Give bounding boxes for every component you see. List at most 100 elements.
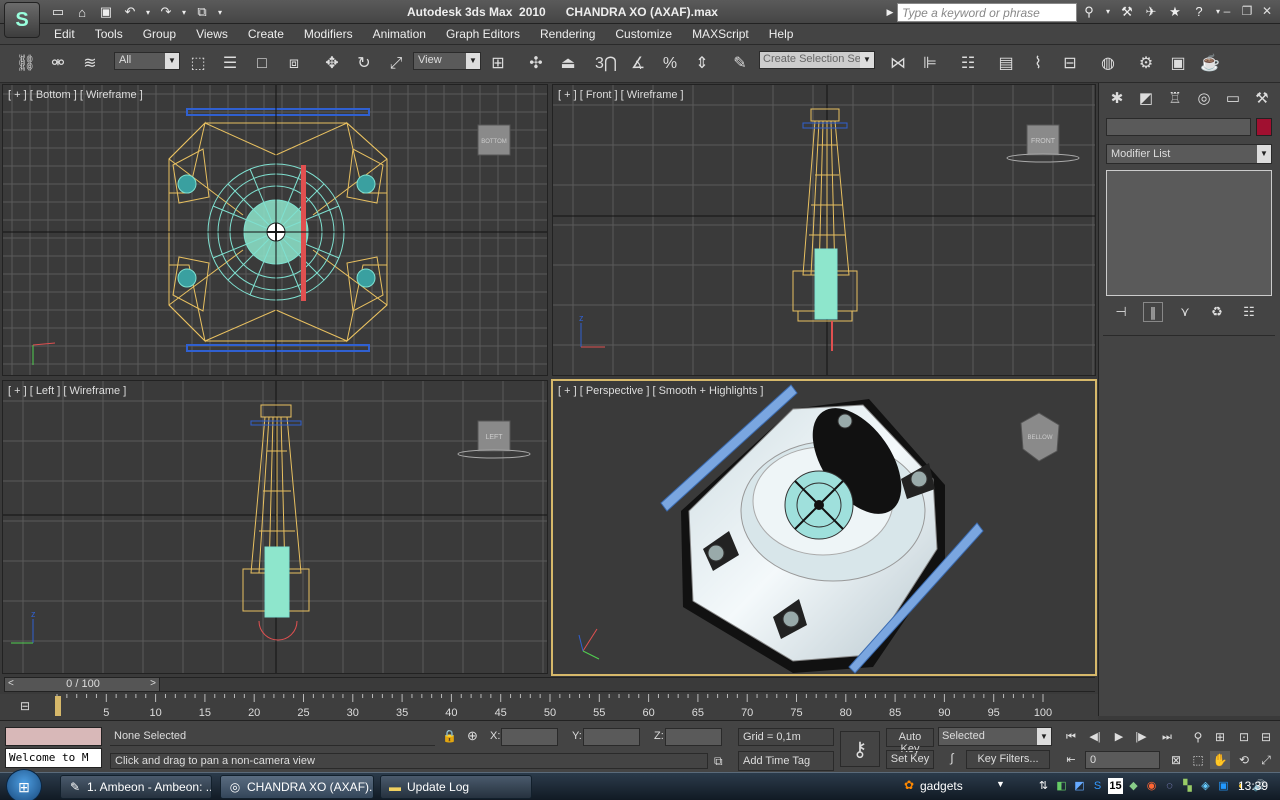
add-time-tag-button[interactable]: Add Time Tag [738,751,834,771]
key-mode-dropdown[interactable]: Selected ▼ [938,727,1052,746]
angle-snap-icon[interactable]: ∡ [626,53,650,75]
network-icon[interactable]: ⇅ [1036,778,1051,794]
spinner-snap-icon[interactable]: ⇕ [690,53,714,75]
lock-selection-icon[interactable]: 🔒 [442,729,457,743]
menu-item-group[interactable]: Group [133,27,186,41]
tray-app-icon[interactable]: ◧ [1054,778,1069,794]
menu-item-help[interactable]: Help [759,27,804,41]
curve-editor-icon[interactable]: ⌇ [1026,53,1050,75]
key-mode-toggle-icon[interactable]: ⇤ [1061,751,1081,769]
redo-icon[interactable]: ↷ [156,3,176,21]
select-by-name-icon[interactable]: ☰ [218,53,242,75]
menu-item-tools[interactable]: Tools [85,27,133,41]
browser-icon[interactable]: ◉ [1144,778,1159,794]
set-keys-key-icon[interactable]: ⚷ [840,731,880,767]
z-coordinate-field[interactable] [665,728,722,746]
tray-app-icon[interactable]: ◈ [1198,778,1213,794]
maxscript-listener-output[interactable] [5,727,102,746]
bind-space-warp-icon[interactable]: ≋ [78,53,102,75]
viewport-left-label[interactable]: [ + ] [ Left ] [ Wireframe ] [8,385,126,397]
application-menu-button[interactable]: S [4,2,40,38]
open-file-icon[interactable]: ⌂ [72,3,92,21]
utilities-tab-icon[interactable]: ⚒ [1250,87,1274,111]
x-coordinate-field[interactable] [501,728,558,746]
modifier-list-dropdown[interactable]: Modifier List ▼ [1106,144,1272,164]
menu-item-create[interactable]: Create [238,27,294,41]
tools-icon[interactable]: ⚒ [1118,3,1136,21]
mirror-icon[interactable]: ⋈ [886,53,910,75]
help-icon[interactable]: ? [1190,3,1208,21]
tray-app-icon[interactable]: ◆ [1126,778,1141,794]
percent-snap-icon[interactable]: % [658,53,682,75]
search-dropdown-icon[interactable]: ▾ [1104,3,1112,21]
undo-icon[interactable]: ↶ [120,3,140,21]
maxscript-mini-listener[interactable]: Welcome to M [5,748,102,768]
system-clock[interactable]: 13:39 [1238,779,1268,793]
keyboard-shortcut-override-icon[interactable]: ⏏ [556,53,580,75]
previous-key-icon[interactable]: ◀| [1085,728,1105,746]
taskbar-item-3dsmax[interactable]: ◎ CHANDRA XO (AXAF).... [220,775,374,799]
select-and-scale-icon[interactable]: ⤢ [384,53,408,75]
menu-item-edit[interactable]: Edit [44,27,85,41]
search-input[interactable]: Type a keyword or phrase [897,3,1077,22]
align-icon[interactable]: ⊫ [918,53,942,75]
select-and-rotate-icon[interactable]: ↻ [352,53,376,75]
auto-key-button[interactable]: Auto Key [886,728,934,755]
hierarchy-tab-icon[interactable]: ♖ [1163,87,1187,111]
search-expand-icon[interactable]: ▶ [884,4,896,21]
zoom-extents-icon[interactable]: ⊡ [1234,728,1254,746]
select-object-icon[interactable]: ⬚ [186,53,210,75]
taskbar-item-ambeon[interactable]: ✎ 1. Ambeon - Ambeon: ... [60,775,212,799]
calendar-badge[interactable]: 15 [1108,778,1123,794]
configure-modifier-sets-icon[interactable]: ☷ [1239,302,1259,322]
viewport-perspective-label[interactable]: [ + ] [ Perspective ] [ Smooth + Highlig… [558,385,763,397]
object-color-swatch[interactable] [1256,118,1272,136]
create-tab-icon[interactable]: ✱ [1105,87,1129,111]
viewport-left[interactable]: [ + ] [ Left ] [ Wireframe ] LEFT z [2,380,548,674]
undo-dropdown-icon[interactable]: ▾ [144,3,152,21]
schematic-view-icon[interactable]: ⊟ [1058,53,1082,75]
time-tag-icon[interactable]: ⧉ [714,754,723,769]
gadgets-toolbar-label[interactable]: gadgets [920,779,963,793]
viewport-front-label[interactable]: [ + ] [ Front ] [ Wireframe ] [558,89,684,101]
rendered-frame-window-icon[interactable]: ▣ [1166,53,1190,75]
minimize-icon[interactable]: – [1218,3,1236,20]
show-end-result-icon[interactable]: ∥ [1143,302,1163,322]
redo-dropdown-icon[interactable]: ▾ [180,3,188,21]
taskbar-item-update-log[interactable]: ▬ Update Log [380,775,532,799]
layer-manager-icon[interactable]: ☷ [956,53,980,75]
select-and-move-icon[interactable]: ✥ [320,53,344,75]
menu-item-animation[interactable]: Animation [363,27,436,41]
reference-coordinate-dropdown[interactable]: View ▼ [413,52,481,70]
menu-item-graph-editors[interactable]: Graph Editors [436,27,530,41]
orbit-icon[interactable]: ⟲ [1234,751,1254,769]
pan-view-icon[interactable]: ✋ [1210,751,1230,769]
unlink-selection-icon[interactable]: ⚮ [46,53,70,75]
binoculars-icon[interactable]: ⚲ [1080,3,1098,21]
skype-icon[interactable]: S [1090,778,1105,794]
material-editor-icon[interactable]: ◍ [1096,53,1120,75]
project-folder-icon[interactable]: ⧉ [192,3,212,21]
viewport-perspective[interactable]: [ + ] [ Perspective ] [ Smooth + Highlig… [551,379,1097,676]
viewport-bottom[interactable]: [ + ] [ Bottom ] [ Wireframe ] BOTTOM [2,84,548,376]
snaps-toggle-icon[interactable]: 3⋂ [594,53,618,75]
remove-modifier-icon[interactable]: ♻ [1207,302,1227,322]
time-configuration-icon[interactable]: ⊠ [1166,751,1186,769]
named-selection-set-dropdown[interactable]: Create Selection Se ▼ [759,51,875,69]
make-unique-icon[interactable]: ⋎ [1175,302,1195,322]
zoom-all-icon[interactable]: ⊞ [1210,728,1230,746]
render-setup-icon[interactable]: ⚙ [1134,53,1158,75]
display-tab-icon[interactable]: ▭ [1221,87,1245,111]
pin-stack-icon[interactable]: ⊣ [1111,302,1131,322]
modifier-stack[interactable] [1106,170,1272,296]
menu-item-maxscript[interactable]: MAXScript [682,27,759,41]
satellite-icon[interactable]: ✈ [1142,3,1160,21]
mini-curve-editor-icon[interactable]: ⊟ [15,699,35,717]
select-and-link-icon[interactable]: ⛓ [14,53,38,75]
selection-filter-dropdown[interactable]: All ▼ [114,52,180,70]
track-bar[interactable]: ⊟ 5 10 15 20 25 30 35 40 45 50 55 60 65 70 75 80 85 90 95 1… [0,694,1098,720]
menu-item-rendering[interactable]: Rendering [530,27,605,41]
field-of-view-icon[interactable]: ⬚ [1188,751,1208,769]
favorites-star-icon[interactable]: ★ [1166,3,1184,21]
qa-dropdown-icon[interactable]: ▾ [216,3,224,21]
